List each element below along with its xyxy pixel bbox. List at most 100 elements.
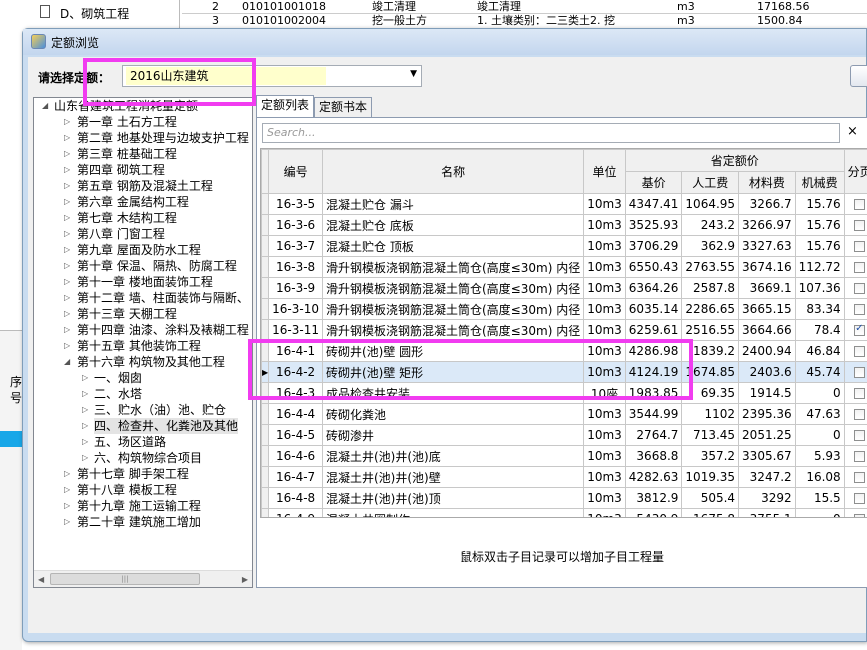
collapsed-arrow-icon[interactable]: ▷ bbox=[64, 498, 70, 514]
cell-base[interactable]: 2764.7 bbox=[624, 424, 683, 446]
cell-code[interactable]: 16-3-6 bbox=[268, 214, 323, 236]
cell-unit[interactable]: 10m3 bbox=[583, 235, 626, 257]
split-checkbox[interactable] bbox=[854, 493, 866, 504]
tree-chapter[interactable]: 第三章 桩基础工程 bbox=[77, 146, 177, 162]
collapsed-arrow-icon[interactable]: ▷ bbox=[64, 290, 70, 306]
cell-machine[interactable]: 46.84 bbox=[794, 340, 845, 362]
cell-labor[interactable]: 1675.8 bbox=[681, 508, 740, 517]
tree-sub-item[interactable]: 四、检查井、化粪池及其他 bbox=[94, 418, 239, 434]
cell-machine[interactable]: 16.08 bbox=[794, 466, 845, 488]
cell-base[interactable]: 6259.61 bbox=[624, 319, 683, 341]
collapsed-arrow-icon[interactable]: ▷ bbox=[64, 114, 70, 130]
cell-code[interactable]: 16-3-9 bbox=[268, 277, 323, 299]
search-input[interactable]: Search... bbox=[262, 123, 840, 143]
collapsed-arrow-icon[interactable]: ▷ bbox=[82, 402, 88, 418]
table-row[interactable]: 16-4-7 混凝土井(池)井(池)壁 10m3 4282.63 1019.35 3247… bbox=[261, 466, 867, 488]
split-checkbox[interactable] bbox=[854, 409, 866, 420]
collapsed-arrow-icon[interactable]: ▷ bbox=[64, 338, 70, 354]
cell-code[interactable]: 16-3-7 bbox=[268, 235, 323, 257]
tree-chapter[interactable]: 第七章 木结构工程 bbox=[77, 210, 177, 226]
cell-name[interactable]: 滑升钢模板浇钢筋混凝土筒仓(高度≤30m) 内径 bbox=[321, 298, 585, 320]
split-checkbox[interactable] bbox=[854, 451, 866, 462]
cell-labor[interactable]: 2763.55 bbox=[681, 256, 740, 278]
dialog-titlebar[interactable]: 定额浏览 bbox=[23, 29, 866, 55]
cell-name[interactable]: 滑升钢模板浇钢筋混凝土筒仓(高度≤30m) 内径 bbox=[321, 277, 585, 299]
chevron-down-icon[interactable]: ▼ bbox=[410, 69, 417, 79]
cell-labor[interactable]: 1064.95 bbox=[681, 193, 740, 215]
cell-material[interactable]: 3266.97 bbox=[738, 214, 796, 236]
cell-machine[interactable]: 83.34 bbox=[794, 298, 845, 320]
scroll-thumb[interactable]: ||| bbox=[50, 573, 200, 585]
col-machine[interactable]: 机械费 bbox=[794, 171, 845, 194]
cell-name[interactable]: 混凝土贮仓 顶板 bbox=[321, 235, 585, 257]
tree-chapter[interactable]: 第八章 门窗工程 bbox=[77, 226, 165, 242]
cell-unit[interactable]: 10m3 bbox=[583, 256, 626, 278]
collapsed-arrow-icon[interactable]: ▷ bbox=[82, 434, 88, 450]
cell-name[interactable]: 砖砌化粪池 bbox=[321, 403, 585, 425]
cell-unit[interactable]: 10m3 bbox=[583, 403, 626, 425]
cell-machine[interactable]: 112.72 bbox=[794, 256, 845, 278]
cell-material[interactable]: 3664.66 bbox=[738, 319, 796, 341]
cell-base[interactable]: 3668.8 bbox=[624, 445, 683, 467]
cell-unit[interactable]: 10m3 bbox=[583, 487, 626, 509]
table-row[interactable]: 16-3-10 滑升钢模板浇钢筋混凝土筒仓(高度≤30m) 内径 10m3 6035.… bbox=[261, 298, 867, 320]
tree-sub-item[interactable]: 一、烟囱 bbox=[94, 370, 142, 386]
tree-chapter[interactable]: 第十章 保温、隔热、防腐工程 bbox=[77, 258, 237, 274]
scroll-right-icon[interactable]: ▶ bbox=[242, 575, 248, 584]
cell-code[interactable]: 16-4-8 bbox=[268, 487, 323, 509]
cell-name[interactable]: 混凝土井圈制作 bbox=[321, 508, 585, 517]
cell-material[interactable]: 2403.6 bbox=[738, 361, 796, 383]
cell-labor[interactable]: 505.4 bbox=[681, 487, 740, 509]
split-checkbox[interactable] bbox=[854, 472, 866, 483]
tree-sub-item[interactable]: 六、构筑物综合项目 bbox=[94, 450, 202, 466]
cell-machine[interactable]: 78.4 bbox=[794, 319, 845, 341]
collapsed-arrow-icon[interactable]: ▷ bbox=[64, 258, 70, 274]
cell-labor[interactable]: 1102 bbox=[681, 403, 740, 425]
table-row[interactable]: 16-3-5 混凝土贮仓 漏斗 10m3 4347.41 1064.95 3266.7 15… bbox=[261, 193, 867, 215]
cell-code[interactable]: 16-3-8 bbox=[268, 256, 323, 278]
table-row[interactable]: 16-4-4 砖砌化粪池 10m3 3544.99 1102 2395.36 47.63 bbox=[261, 403, 867, 425]
cell-name[interactable]: 滑升钢模板浇钢筋混凝土筒仓(高度≤30m) 内径 bbox=[321, 319, 585, 341]
collapsed-arrow-icon[interactable]: ▷ bbox=[64, 482, 70, 498]
tree-chapter[interactable]: 第六章 金属结构工程 bbox=[77, 194, 189, 210]
tree-chapter[interactable]: 第十一章 楼地面装饰工程 bbox=[77, 274, 213, 290]
split-checkbox[interactable] bbox=[854, 283, 866, 294]
cell-machine[interactable]: 45.74 bbox=[794, 361, 845, 383]
tree-chapter[interactable]: 第二章 地基处理与边坡支护工程 bbox=[77, 130, 249, 146]
cell-material[interactable]: 2395.36 bbox=[738, 403, 796, 425]
cell-unit[interactable]: 10m3 bbox=[583, 424, 626, 446]
split-checkbox[interactable] bbox=[854, 241, 866, 252]
cell-base[interactable]: 6550.43 bbox=[624, 256, 683, 278]
cell-base[interactable]: 3706.29 bbox=[624, 235, 683, 257]
cell-machine[interactable]: 5.93 bbox=[794, 445, 845, 467]
cell-labor[interactable]: 2587.8 bbox=[681, 277, 740, 299]
collapsed-arrow-icon[interactable]: ▷ bbox=[64, 194, 70, 210]
cell-name[interactable]: 混凝土贮仓 底板 bbox=[321, 214, 585, 236]
col-base[interactable]: 基价 bbox=[624, 171, 683, 194]
split-checkbox[interactable] bbox=[854, 199, 866, 210]
cell-material[interactable]: 3755.1 bbox=[738, 508, 796, 517]
cell-machine[interactable]: 15.5 bbox=[794, 487, 845, 509]
collapsed-arrow-icon[interactable]: ▷ bbox=[64, 322, 70, 338]
table-row[interactable]: 16-3-6 混凝土贮仓 底板 10m3 3525.93 243.2 3266.97 15.… bbox=[261, 214, 867, 236]
cell-base[interactable]: 3525.93 bbox=[624, 214, 683, 236]
cell-material[interactable]: 3327.63 bbox=[738, 235, 796, 257]
cell-machine[interactable]: 107.36 bbox=[794, 277, 845, 299]
split-checkbox[interactable] bbox=[854, 304, 866, 315]
tree-chapter[interactable]: 第十四章 油漆、涂料及裱糊工程 bbox=[77, 322, 249, 338]
collapsed-arrow-icon[interactable]: ▷ bbox=[82, 370, 88, 386]
tab-quota-list[interactable]: 定额列表 bbox=[256, 95, 315, 117]
cell-machine[interactable]: 47.63 bbox=[794, 403, 845, 425]
collapsed-arrow-icon[interactable]: ▷ bbox=[64, 210, 70, 226]
table-row[interactable]: 16-3-9 滑升钢模板浇钢筋混凝土筒仓(高度≤30m) 内径 10m3 6364.2… bbox=[261, 277, 867, 299]
collapsed-arrow-icon[interactable]: ▷ bbox=[64, 226, 70, 242]
cell-material[interactable]: 2051.25 bbox=[738, 424, 796, 446]
split-checkbox[interactable] bbox=[854, 323, 866, 336]
cell-unit[interactable]: 10m3 bbox=[583, 298, 626, 320]
cell-unit[interactable]: 10m3 bbox=[583, 466, 626, 488]
tree-sub-item[interactable]: 二、水塔 bbox=[94, 386, 142, 402]
cell-unit[interactable]: 10m3 bbox=[583, 319, 626, 341]
cell-name[interactable]: 混凝土井(池)井(池)壁 bbox=[321, 466, 585, 488]
table-row[interactable]: 16-3-8 滑升钢模板浇钢筋混凝土筒仓(高度≤30m) 内径 10m3 6550.4… bbox=[261, 256, 867, 278]
tree-chapter[interactable]: 第二十章 建筑施工增加 bbox=[77, 514, 201, 530]
